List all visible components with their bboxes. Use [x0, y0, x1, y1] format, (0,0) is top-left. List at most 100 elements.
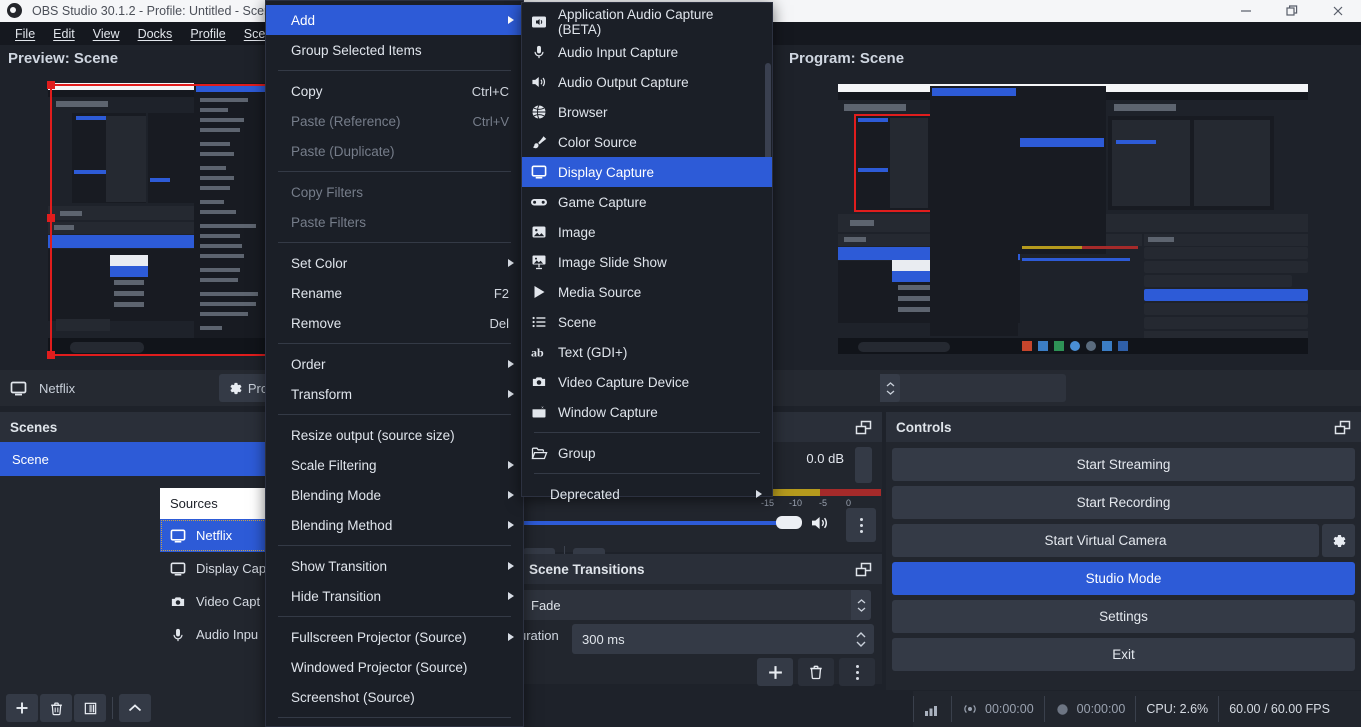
mixer-kebab-button[interactable]	[846, 508, 876, 542]
add-transition-button[interactable]	[757, 658, 793, 686]
minimize-icon[interactable]	[1223, 0, 1269, 22]
context-menu-item-copy[interactable]: Copy Ctrl+C	[266, 76, 523, 106]
submenu-item-image[interactable]: Image	[522, 217, 772, 247]
source-item-label: Video Capt	[196, 594, 261, 609]
popout-icon[interactable]	[1334, 420, 1351, 435]
microphone-icon	[530, 43, 548, 61]
menu-item-edit[interactable]: Edit	[44, 25, 84, 43]
context-menu-item-hide-transition[interactable]: Hide Transition	[266, 581, 523, 611]
studio-mode-button[interactable]: Studio Mode	[892, 562, 1355, 595]
virtual-camera-settings-button[interactable]	[1322, 524, 1355, 557]
submenu-item-image-slide-show[interactable]: Image Slide Show	[522, 247, 772, 277]
context-menu-item-remove[interactable]: Remove Del	[266, 308, 523, 338]
add-scene-button[interactable]	[6, 694, 38, 722]
context-menu-item-transform[interactable]: Transform	[266, 379, 523, 409]
scene-list-item[interactable]: Scene	[0, 442, 275, 476]
context-menu-item-windowed-projector[interactable]: Windowed Projector (Source)	[266, 652, 523, 682]
start-streaming-button[interactable]: Start Streaming	[892, 448, 1355, 481]
context-menu-item-add[interactable]: Add	[266, 5, 523, 35]
context-menu-item-order[interactable]: Order	[266, 349, 523, 379]
submenu-item-display-capture[interactable]: Display Capture	[522, 157, 772, 187]
context-menu-item-group-selected-items[interactable]: Group Selected Items	[266, 35, 523, 65]
start-virtual-camera-button[interactable]: Start Virtual Camera	[892, 524, 1319, 557]
popout-icon[interactable]	[855, 420, 872, 435]
submenu-item-game-capture[interactable]: Game Capture	[522, 187, 772, 217]
context-menu-item-label: Transform	[291, 386, 353, 402]
submenu-item-window-capture[interactable]: × Window Capture	[522, 397, 772, 427]
program-canvas[interactable]	[836, 82, 1310, 354]
submenu-item-scene[interactable]: Scene	[522, 307, 772, 337]
start-recording-button[interactable]: Start Recording	[892, 486, 1355, 519]
remove-transition-button[interactable]	[798, 658, 834, 686]
remove-scene-button[interactable]	[40, 694, 72, 722]
context-menu-item-scale-filtering[interactable]: Scale Filtering	[266, 450, 523, 480]
submenu-item-browser[interactable]: Browser	[522, 97, 772, 127]
submenu-item-label: Video Capture Device	[558, 374, 690, 390]
context-menu-item-screenshot[interactable]: Screenshot (Source)	[266, 682, 523, 712]
submenu-item-label: Group	[558, 445, 596, 461]
spin-arrows-icon[interactable]	[880, 374, 900, 402]
move-scene-up-button[interactable]	[119, 694, 151, 722]
transition-select[interactable]: Fade	[519, 590, 871, 620]
microphone-icon	[170, 627, 186, 643]
speaker-icon[interactable]	[810, 514, 830, 532]
context-menu-item-show-transition[interactable]: Show Transition	[266, 551, 523, 581]
context-menu-item-blending-method[interactable]: Blending Method	[266, 510, 523, 540]
popout-icon[interactable]	[855, 562, 872, 577]
submenu-item-color-source[interactable]: Color Source	[522, 127, 772, 157]
submenu-item-deprecated[interactable]: Deprecated	[522, 479, 772, 509]
source-item-display-capture[interactable]: Display Cap	[160, 552, 275, 585]
transition-select-arrows-icon[interactable]	[851, 590, 871, 620]
submenu-item-text-gdi[interactable]: ab Text (GDI+)	[522, 337, 772, 367]
source-item-netflix[interactable]: Netflix	[160, 519, 275, 552]
paintbrush-icon	[530, 133, 548, 151]
submenu-item-application-audio-capture[interactable]: Application Audio Capture (BETA)	[522, 7, 772, 37]
volume-slider-knob[interactable]	[776, 516, 802, 529]
scene-filters-button[interactable]	[74, 694, 106, 722]
submenu-item-label: Window Capture	[558, 404, 658, 420]
restore-icon[interactable]	[1269, 0, 1315, 22]
exit-button[interactable]: Exit	[892, 638, 1355, 671]
chevron-right-icon	[508, 521, 514, 529]
menu-item-view[interactable]: View	[84, 25, 129, 43]
list-icon	[530, 313, 548, 331]
duration-stepper-icon[interactable]	[856, 631, 866, 647]
volume-slider[interactable]	[519, 521, 779, 525]
add-submenu: Application Audio Capture (BETA) Audio I…	[521, 2, 773, 502]
submenu-item-audio-output-capture[interactable]: Audio Output Capture	[522, 67, 772, 97]
transition-properties-button[interactable]	[839, 658, 875, 686]
submenu-item-group[interactable]: Group	[522, 438, 772, 468]
submenu-item-label: Application Audio Capture (BETA)	[558, 7, 714, 37]
source-item-video-capture[interactable]: Video Capt	[160, 585, 275, 618]
globe-icon	[530, 103, 548, 121]
mixer-fader-track[interactable]	[855, 447, 872, 483]
context-menu-item-fullscreen-projector[interactable]: Fullscreen Projector (Source)	[266, 622, 523, 652]
source-toolbar-name: Netflix	[39, 380, 76, 396]
context-menu-item-set-color[interactable]: Set Color	[266, 248, 523, 278]
submenu-item-media-source[interactable]: Media Source	[522, 277, 772, 307]
source-item-audio-input[interactable]: Audio Inpu	[160, 618, 275, 651]
context-menu-item-label: Blending Method	[291, 517, 393, 533]
submenu-separator	[534, 473, 760, 474]
meter-scale-label: 0	[846, 498, 852, 508]
chevron-right-icon	[508, 259, 514, 267]
context-menu-item-resize-output[interactable]: Resize output (source size)	[266, 420, 523, 450]
menu-item-profile[interactable]: Profile	[181, 25, 234, 43]
submenu-item-video-capture-device[interactable]: Video Capture Device	[522, 367, 772, 397]
submenu-item-audio-input-capture[interactable]: Audio Input Capture	[522, 37, 772, 67]
menu-item-file[interactable]: File	[6, 25, 44, 43]
menu-item-docks[interactable]: Docks	[129, 25, 182, 43]
context-menu-item-filters[interactable]: Filters	[266, 723, 523, 727]
duration-value: 300 ms	[582, 631, 625, 647]
settings-button[interactable]: Settings	[892, 600, 1355, 633]
speaker-icon	[530, 73, 548, 91]
context-menu-item-blending-mode[interactable]: Blending Mode	[266, 480, 523, 510]
preview-canvas[interactable]	[46, 80, 276, 360]
source-spinbox[interactable]	[880, 374, 1066, 402]
duration-input[interactable]: 300 ms	[572, 624, 874, 654]
slideshow-icon	[530, 253, 548, 271]
display-capture-icon	[8, 378, 28, 398]
close-icon[interactable]	[1315, 0, 1361, 22]
context-menu-item-label: Blending Mode	[291, 487, 382, 503]
context-menu-item-rename[interactable]: Rename F2	[266, 278, 523, 308]
